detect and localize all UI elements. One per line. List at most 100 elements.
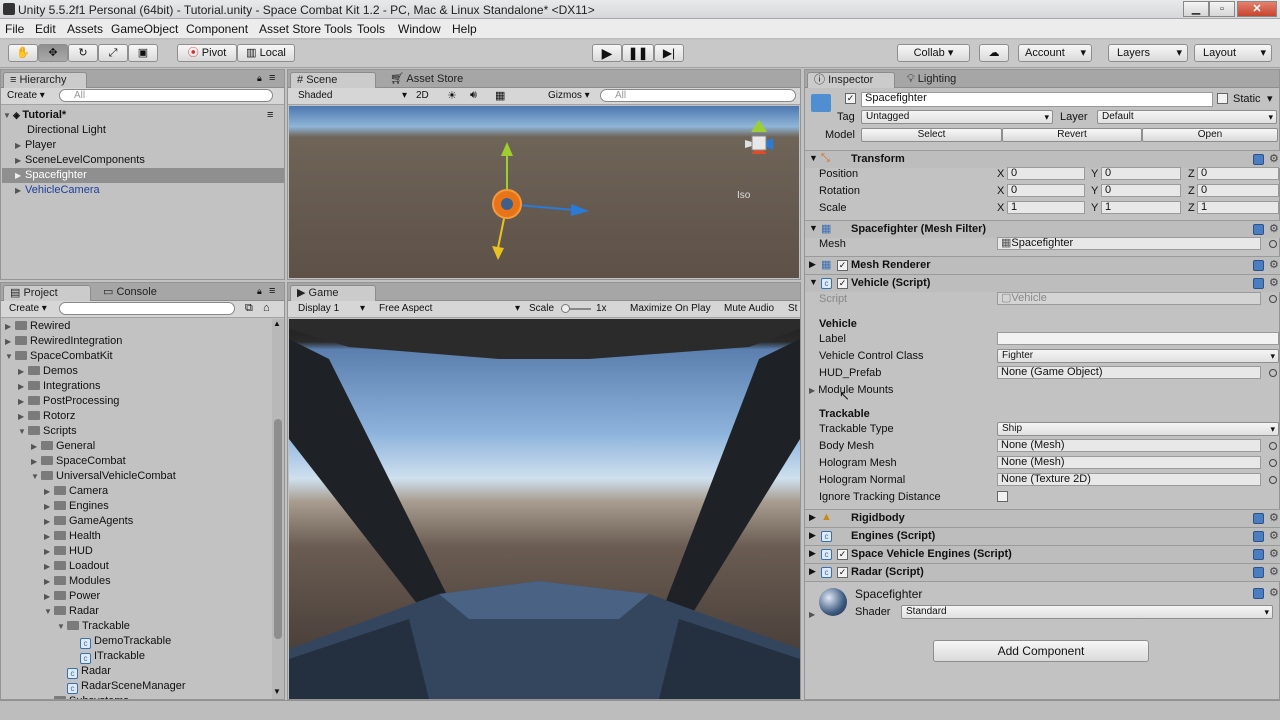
lock-icon[interactable]: 🔒︎ (257, 286, 262, 297)
project-tree-item[interactable]: ▶ Engines (44, 499, 109, 514)
project-tree-item[interactable]: c DemoTrackable (70, 634, 171, 649)
chevron-right-icon[interactable]: ▶ (18, 364, 28, 379)
mesh-field[interactable]: ▦Spacefighter (997, 237, 1261, 250)
menu-tools[interactable]: Tools (357, 22, 385, 36)
scene-root[interactable]: ▼ ◈ Tutorial* ≡ (3, 108, 283, 123)
lock-icon[interactable]: 🔒︎ (257, 73, 262, 84)
maximize-on-play-toggle[interactable]: Maximize On Play (630, 303, 711, 314)
project-tree-item[interactable]: ▶ Demos (18, 364, 78, 379)
shading-dropdown[interactable]: Shaded ▾ (298, 90, 407, 101)
hierarchy-item[interactable]: Directional Light (27, 123, 106, 138)
menu-window[interactable]: Window (398, 22, 441, 36)
scene-search-input[interactable]: All (600, 89, 796, 102)
chevron-down-icon[interactable]: ▼ (5, 349, 15, 364)
chevron-right-icon[interactable]: ▶ (18, 394, 28, 409)
chevron-right-icon[interactable]: ▶ (5, 334, 15, 349)
project-tree-item[interactable]: ▶ Integrations (18, 379, 100, 394)
chevron-down-icon[interactable]: ▼ (57, 619, 67, 634)
local-toggle[interactable]: ▥ Local (237, 44, 295, 62)
game-viewport[interactable] (289, 319, 800, 699)
project-tree-item[interactable]: ▶ RewiredIntegration (5, 334, 122, 349)
chevron-right-icon[interactable]: ▶ (44, 589, 54, 604)
project-tree-item[interactable]: ▶ HUD (44, 544, 93, 559)
gear-icon[interactable]: ⚙ (1269, 258, 1279, 271)
help-book-icon[interactable] (1253, 531, 1264, 542)
object-picker-icon[interactable] (1269, 240, 1277, 248)
hierarchy-item[interactable]: ▶ Player (15, 138, 56, 153)
project-tree-item[interactable]: ▶ Subsystems (44, 694, 129, 699)
project-tree-item[interactable]: ▶ General (31, 439, 95, 454)
mesh-filter-header[interactable]: ▼ ▦ Spacefighter (Mesh Filter) ⚙ (805, 220, 1280, 238)
model-revert-button[interactable]: Revert (1002, 128, 1142, 142)
lighting-icon[interactable]: ☀ (447, 89, 457, 102)
project-scroll-thumb[interactable] (274, 419, 282, 639)
position-y-field[interactable]: 0 (1101, 167, 1181, 180)
ignore-tracking-distance-checkbox[interactable] (997, 491, 1008, 502)
vehicle-control-class-dropdown[interactable]: Fighter (997, 349, 1279, 363)
mesh-renderer-header[interactable]: ▶ ▦ ✓ Mesh Renderer ⚙ (805, 256, 1280, 274)
body-mesh-field[interactable]: None (Mesh) (997, 439, 1261, 452)
scene-viewport[interactable]: Iso (289, 106, 799, 278)
chevron-down-icon[interactable]: ▼ (31, 469, 41, 484)
radar-script-header[interactable]: ▶ c ✓ Radar (Script) ⚙ (805, 563, 1280, 581)
gear-icon[interactable]: ⚙ (1269, 586, 1279, 599)
chevron-right-icon[interactable]: ▶ (18, 379, 28, 394)
layer-dropdown[interactable]: Default (1097, 110, 1277, 124)
effects-icon[interactable]: ▦ (495, 89, 505, 102)
gear-icon[interactable]: ⚙ (1269, 565, 1279, 578)
hierarchy-search-input[interactable]: All (59, 89, 273, 102)
object-picker-icon[interactable] (1269, 459, 1277, 467)
stats-toggle[interactable]: St (788, 303, 797, 314)
menu-gameobject[interactable]: GameObject (111, 22, 178, 36)
chevron-right-icon[interactable]: ▶ (31, 439, 41, 454)
panel-menu-icon[interactable]: ≡ (269, 285, 275, 297)
play-button[interactable]: ▶ (592, 44, 622, 62)
project-tree-item[interactable]: ▼ Radar (44, 604, 99, 619)
gear-icon[interactable]: ⚙ (1269, 547, 1279, 560)
maximize-icon[interactable]: ▫ (1209, 1, 1235, 17)
space-vehicle-engines-header[interactable]: ▶ c ✓ Space Vehicle Engines (Script) ⚙ (805, 545, 1280, 563)
project-tree-item[interactable]: ▶ Power (44, 589, 100, 604)
chevron-right-icon[interactable]: ▶ (44, 529, 54, 544)
chevron-right-icon[interactable]: ▶ (44, 544, 54, 559)
model-open-button[interactable]: Open (1142, 128, 1278, 142)
aspect-dropdown[interactable]: Free Aspect ▾ (379, 303, 520, 314)
label-field[interactable] (997, 332, 1279, 345)
gear-icon[interactable]: ⚙ (1269, 511, 1279, 524)
active-checkbox[interactable]: ✓ (845, 93, 856, 104)
layout-dropdown[interactable]: Layout ▾ (1194, 44, 1272, 62)
project-create-button[interactable]: Create ▾ (9, 303, 47, 314)
pivot-toggle[interactable]: ⦿ Pivot (177, 44, 237, 62)
help-book-icon[interactable] (1253, 224, 1264, 235)
rotation-y-field[interactable]: 0 (1101, 184, 1181, 197)
tab-lighting[interactable]: 💡︎ Lighting (901, 72, 962, 88)
tab-asset-store[interactable]: 🛒︎ Asset Store (384, 72, 469, 88)
chevron-right-icon[interactable]: ▶ (44, 694, 54, 699)
account-dropdown[interactable]: Account ▾ (1018, 44, 1092, 62)
chevron-right-icon[interactable]: ▶ (44, 559, 54, 574)
tab-project[interactable]: ▤ Project (3, 285, 91, 301)
chevron-right-icon[interactable]: ▶ (44, 514, 54, 529)
2d-toggle[interactable]: 2D (416, 90, 429, 101)
gear-icon[interactable]: ⚙ (1269, 222, 1279, 235)
display-dropdown[interactable]: Display 1 ▾ (298, 303, 365, 314)
shader-dropdown[interactable]: Standard (901, 605, 1273, 619)
project-tree-item[interactable]: ▼ Scripts (18, 424, 77, 439)
chevron-right-icon[interactable]: ▶ (5, 319, 15, 334)
scene-orientation-cube[interactable] (751, 135, 767, 151)
menu-assets[interactable]: Assets (67, 22, 103, 36)
model-select-button[interactable]: Select (861, 128, 1002, 142)
filter-by-label-icon[interactable]: ⌂ (263, 302, 270, 314)
project-tree-item[interactable]: ▶ Rewired (5, 319, 70, 334)
step-button[interactable]: ▶| (654, 44, 684, 62)
tab-scene[interactable]: # Scene (290, 72, 376, 88)
trackable-type-dropdown[interactable]: Ship (997, 422, 1279, 436)
project-tree-item[interactable]: ▼ Trackable (57, 619, 130, 634)
gizmos-dropdown[interactable]: Gizmos ▾ (548, 90, 590, 101)
vehicle-enabled-checkbox[interactable]: ✓ (837, 278, 848, 289)
gear-icon[interactable]: ⚙ (1269, 276, 1279, 289)
audio-icon[interactable]: 🔊︎ (470, 89, 477, 102)
gear-icon[interactable]: ⚙ (1269, 152, 1279, 165)
help-book-icon[interactable] (1253, 154, 1264, 165)
object-picker-icon[interactable] (1269, 442, 1277, 450)
